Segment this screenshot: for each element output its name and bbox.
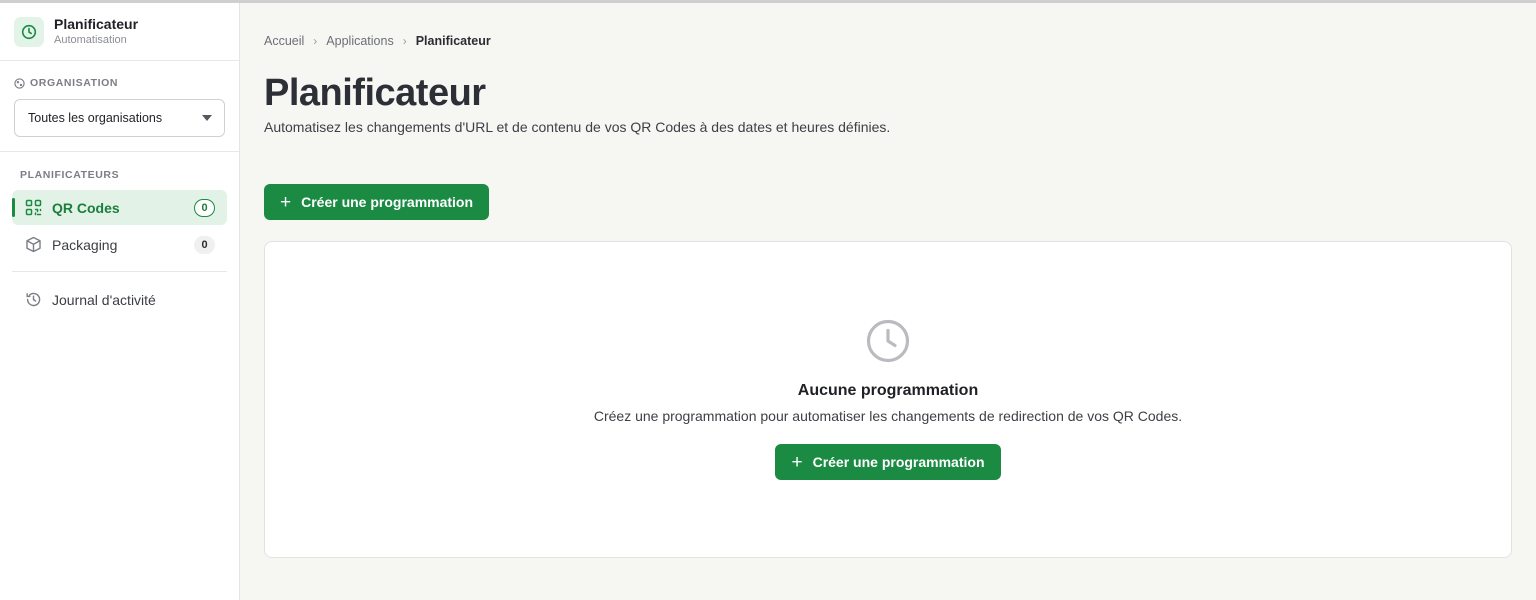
brand-header: Planificateur Automatisation: [0, 3, 239, 61]
history-icon: [24, 291, 42, 309]
sidebar-item-label: Packaging: [52, 236, 118, 253]
count-badge: 0: [194, 198, 215, 217]
empty-state-text: Créez une programmation pour automatiser…: [593, 408, 1183, 424]
main-content: Accueil › Applications › Planificateur P…: [240, 3, 1536, 600]
organisation-label-text: ORGANISATION: [30, 77, 119, 89]
sidebar-item-journal[interactable]: Journal d'activité: [12, 282, 227, 317]
empty-state-card: Aucune programmation Créez une programma…: [264, 241, 1512, 558]
planificateurs-label: PLANIFICATEURS: [20, 169, 120, 181]
count-badge: 0: [194, 235, 215, 254]
clock-icon: [14, 16, 44, 47]
breadcrumb-current: Planificateur: [415, 34, 491, 48]
create-schedule-button-empty[interactable]: + Créer une programmation: [775, 444, 1001, 480]
create-schedule-button[interactable]: + Créer une programmation: [264, 184, 490, 220]
caret-down-icon: [202, 115, 212, 121]
create-schedule-label: Créer une programmation: [301, 194, 474, 210]
plus-icon: +: [791, 451, 803, 473]
page-subtitle: Automatisez les changements d'URL et de …: [264, 119, 891, 135]
sidebar: Planificateur Automatisation ORGANISATIO…: [0, 3, 240, 600]
sidebar-nav: PLANIFICATEURS QR Codes 0 Packaging 0 Jo…: [0, 152, 239, 317]
sidebar-item-label: Journal d'activité: [52, 291, 156, 308]
organisation-section: ORGANISATION Toutes les organisations: [0, 61, 239, 152]
organisation-label: ORGANISATION: [14, 77, 225, 89]
chevron-right-icon: ›: [313, 34, 318, 48]
globe-icon: [14, 77, 25, 89]
sidebar-item-qr-codes[interactable]: QR Codes 0: [12, 190, 227, 225]
chevron-right-icon: ›: [402, 34, 407, 48]
box-icon: [24, 236, 42, 254]
nav-divider: [12, 271, 227, 272]
empty-state-title: Aucune programmation: [797, 382, 979, 399]
create-schedule-label: Créer une programmation: [812, 454, 985, 470]
qr-code-icon: [24, 199, 42, 217]
brand-subtitle: Automatisation: [54, 34, 127, 46]
sidebar-item-packaging[interactable]: Packaging 0: [12, 227, 227, 262]
sidebar-item-label: QR Codes: [52, 199, 120, 216]
organisation-select[interactable]: Toutes les organisations: [14, 99, 225, 137]
page-title: Planificateur: [264, 72, 486, 114]
clock-icon: [866, 319, 910, 363]
breadcrumb-home[interactable]: Accueil: [264, 34, 304, 48]
brand-title: Planificateur: [54, 16, 139, 32]
breadcrumb-applications[interactable]: Applications: [326, 34, 393, 48]
organisation-select-value: Toutes les organisations: [28, 111, 163, 125]
app-window: Planificateur Automatisation ORGANISATIO…: [0, 0, 1536, 600]
plus-icon: +: [280, 191, 292, 213]
breadcrumb: Accueil › Applications › Planificateur: [264, 33, 1512, 49]
